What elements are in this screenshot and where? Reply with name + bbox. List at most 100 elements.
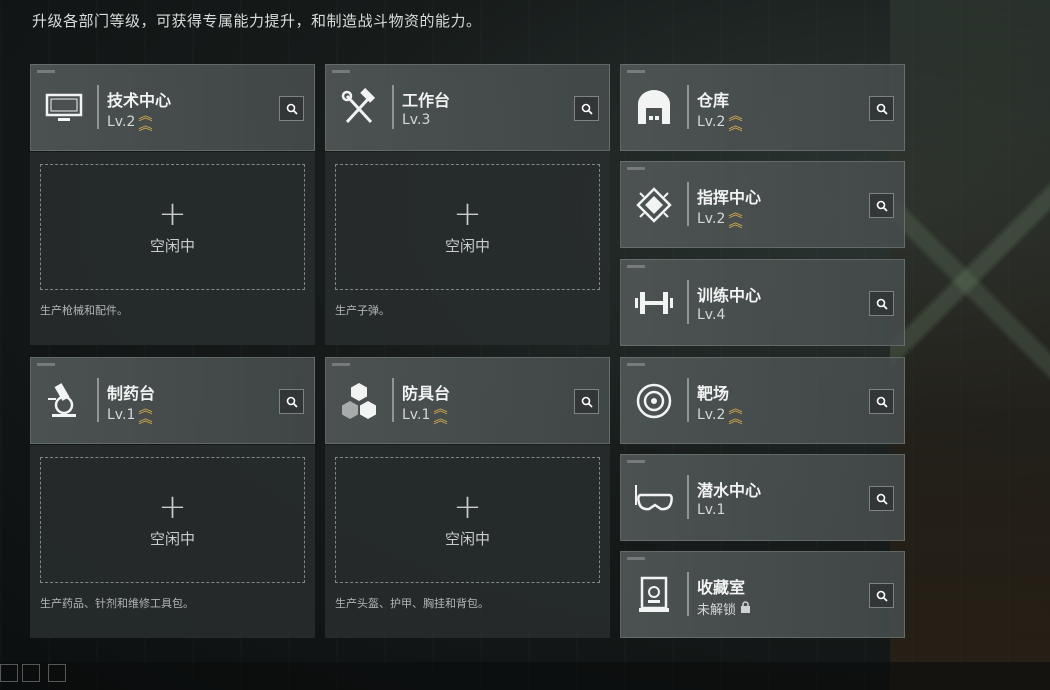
building-card-range[interactable]: 靶场 Lv.2 ︽ ︽ bbox=[620, 357, 905, 444]
search-button[interactable] bbox=[279, 96, 304, 121]
magnifier-icon bbox=[876, 590, 888, 602]
level-text: Lv.3 bbox=[402, 112, 431, 128]
card-divider bbox=[687, 85, 689, 129]
production-slot[interactable]: + 空闲中 bbox=[40, 164, 305, 290]
search-button[interactable] bbox=[869, 291, 894, 316]
card-tag bbox=[627, 265, 645, 268]
level-text: Lv.2 bbox=[697, 114, 726, 130]
card-divider bbox=[687, 572, 689, 616]
search-button[interactable] bbox=[574, 389, 599, 414]
building-card-warehouse[interactable]: 仓库 Lv.2 ︽ ︽ bbox=[620, 64, 905, 151]
building-level: Lv.1 bbox=[697, 502, 725, 518]
level-text: Lv.1 bbox=[697, 502, 726, 518]
card-divider bbox=[687, 182, 689, 226]
building-card-collection[interactable]: 收藏室 未解锁 bbox=[620, 551, 905, 638]
slot-status: 空闲中 bbox=[149, 236, 195, 255]
building-level: Lv.1 ︽ ︽ bbox=[107, 402, 154, 427]
building-level: Lv.4 bbox=[697, 307, 725, 323]
building-name: 潜水中心 bbox=[697, 481, 762, 500]
rank-chevron-icon: ︽ ︽ bbox=[138, 402, 154, 427]
building-name: 技术中心 bbox=[107, 91, 172, 110]
search-button[interactable] bbox=[279, 389, 304, 414]
building-name: 指挥中心 bbox=[697, 188, 762, 207]
chip-icon bbox=[631, 182, 677, 228]
level-text: Lv.1 bbox=[402, 407, 431, 423]
rank-chevron-icon: ︽ ︽ bbox=[728, 206, 744, 231]
slot-description: 生产子弹。 bbox=[335, 304, 390, 317]
building-name: 收藏室 bbox=[697, 578, 746, 597]
search-button[interactable] bbox=[869, 486, 894, 511]
card-tag bbox=[627, 460, 645, 463]
search-button[interactable] bbox=[869, 583, 894, 608]
building-card-workbench[interactable]: 工作台 Lv.3 bbox=[325, 64, 610, 151]
rank-chevron-icon: ︽ ︽ bbox=[138, 109, 154, 134]
add-plus-icon: + bbox=[453, 193, 482, 234]
card-tag bbox=[627, 167, 645, 170]
card-divider bbox=[392, 85, 394, 129]
building-card-pharmacy[interactable]: 制药台 Lv.1 ︽ ︽ bbox=[30, 357, 315, 444]
magnifier-icon bbox=[876, 298, 888, 310]
background-structure bbox=[890, 0, 1050, 690]
dumbbell-icon bbox=[631, 280, 677, 326]
lock-icon bbox=[740, 601, 751, 616]
magnifier-icon bbox=[286, 103, 298, 115]
card-divider bbox=[687, 378, 689, 422]
add-plus-icon: + bbox=[453, 486, 482, 527]
slot-status: 空闲中 bbox=[444, 529, 490, 548]
production-slot[interactable]: + 空闲中 bbox=[40, 457, 305, 583]
rank-chevron-icon: ︽ ︽ bbox=[728, 402, 744, 427]
slot-description: 生产药品、针剂和维修工具包。 bbox=[40, 597, 194, 610]
search-button[interactable] bbox=[869, 389, 894, 414]
magnifier-icon bbox=[581, 396, 593, 408]
production-slot[interactable]: + 空闲中 bbox=[335, 457, 600, 583]
building-level: Lv.3 bbox=[402, 112, 430, 128]
locked-text: 未解锁 bbox=[697, 603, 737, 618]
search-button[interactable] bbox=[869, 96, 894, 121]
building-card-armor[interactable]: 防具台 Lv.1 ︽ ︽ bbox=[325, 357, 610, 444]
building-card-diving[interactable]: 潜水中心 Lv.1 bbox=[620, 454, 905, 541]
search-button[interactable] bbox=[869, 193, 894, 218]
rank-chevron-icon: ︽ ︽ bbox=[433, 402, 449, 427]
building-level: Lv.2 ︽ ︽ bbox=[107, 109, 154, 134]
card-tag bbox=[332, 70, 350, 73]
slot-description: 生产头盔、护甲、胸挂和背包。 bbox=[335, 597, 489, 610]
building-name: 靶场 bbox=[697, 384, 730, 403]
building-name: 仓库 bbox=[697, 91, 730, 110]
bottom-nav-square[interactable] bbox=[0, 664, 18, 682]
add-plus-icon: + bbox=[158, 193, 187, 234]
bottom-nav-square[interactable] bbox=[48, 664, 66, 682]
building-card-tech[interactable]: 技术中心 Lv.2 ︽ ︽ bbox=[30, 64, 315, 151]
magnifier-icon bbox=[876, 103, 888, 115]
card-tag bbox=[37, 363, 55, 366]
card-divider bbox=[687, 280, 689, 324]
building-name: 工作台 bbox=[402, 91, 451, 110]
card-tag bbox=[37, 70, 55, 73]
card-divider bbox=[97, 85, 99, 129]
card-divider bbox=[687, 475, 689, 519]
production-slot[interactable]: + 空闲中 bbox=[335, 164, 600, 290]
building-level: Lv.1 ︽ ︽ bbox=[402, 402, 449, 427]
microscope-icon bbox=[41, 378, 87, 424]
production-panel-armor: + 空闲中 生产头盔、护甲、胸挂和背包。 bbox=[325, 445, 610, 638]
building-card-training[interactable]: 训练中心 Lv.4 bbox=[620, 259, 905, 346]
monitor-icon bbox=[41, 85, 87, 131]
hammer-wrench-icon bbox=[336, 85, 382, 131]
page-description: 升级各部门等级，可获得专属能力提升，和制造战斗物资的能力。 bbox=[32, 12, 482, 30]
target-icon bbox=[631, 378, 677, 424]
card-tag bbox=[627, 363, 645, 366]
bottom-bar bbox=[0, 662, 1050, 690]
slot-status: 空闲中 bbox=[444, 236, 490, 255]
card-divider bbox=[97, 378, 99, 422]
level-text: Lv.1 bbox=[107, 407, 136, 423]
hexagon-cluster-icon bbox=[336, 378, 382, 424]
magnifier-icon bbox=[876, 200, 888, 212]
building-level: Lv.2 ︽ ︽ bbox=[697, 110, 743, 133]
card-divider bbox=[392, 378, 394, 422]
card-tag bbox=[627, 70, 645, 73]
level-text: Lv.2 bbox=[107, 114, 136, 130]
production-panel-workbench: + 空闲中 生产子弹。 bbox=[325, 152, 610, 345]
building-card-command[interactable]: 指挥中心 Lv.2 ︽ ︽ bbox=[620, 161, 905, 248]
slot-status: 空闲中 bbox=[149, 529, 195, 548]
search-button[interactable] bbox=[574, 96, 599, 121]
bottom-nav-square[interactable] bbox=[22, 664, 40, 682]
